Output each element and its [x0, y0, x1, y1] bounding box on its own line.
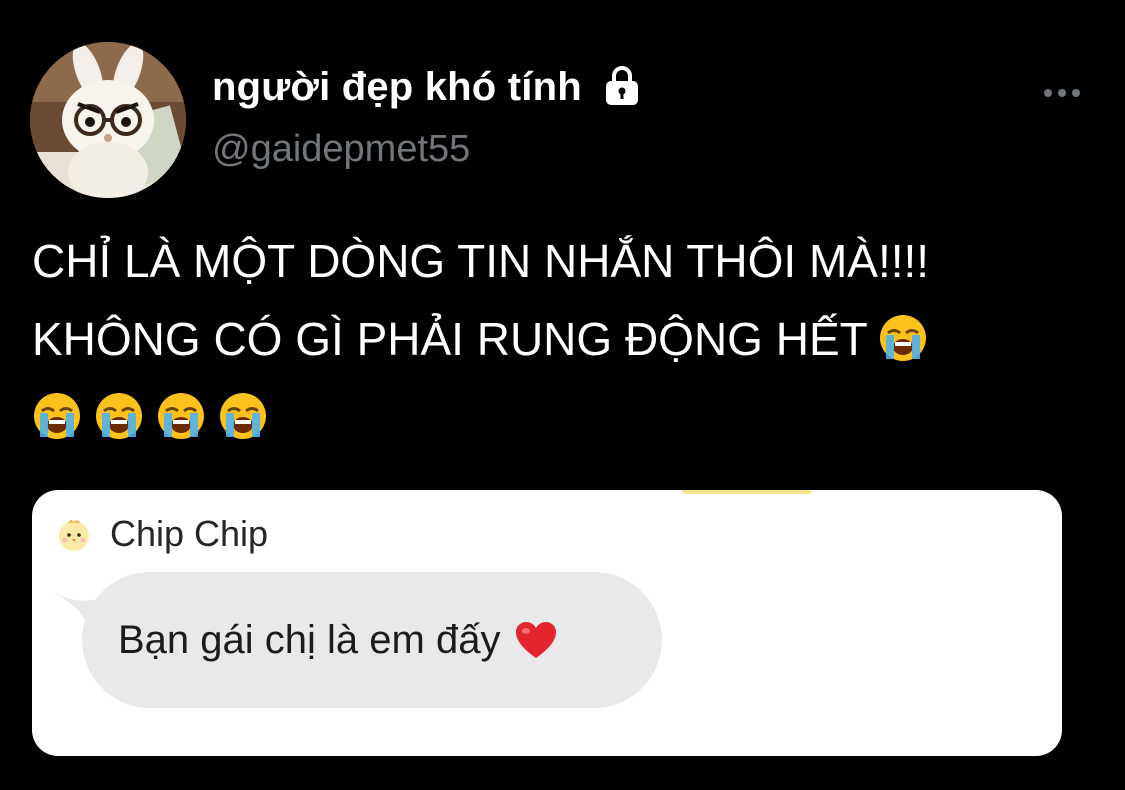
- crying-face-icon: [878, 313, 928, 363]
- chat-message: Bạn gái chị là em đấy: [50, 570, 670, 710]
- message-text: Bạn gái chị là em đấy: [118, 617, 501, 662]
- author-display-name[interactable]: người đẹp khó tính: [212, 65, 582, 110]
- author-avatar[interactable]: [30, 42, 186, 198]
- crying-face-icon: [218, 391, 268, 441]
- author-name-row: người đẹp khó tính: [212, 62, 642, 112]
- crying-face-icon: [156, 391, 206, 441]
- lock-icon: [602, 65, 642, 109]
- tweet-text: CHỈ LÀ MỘT DÒNG TIN NHẮN THÔI MÀ!!!! KHÔ…: [32, 222, 1117, 456]
- tweet-line-2-text: KHÔNG CÓ GÌ PHẢI RUNG ĐỘNG HẾT: [32, 313, 868, 365]
- chick-avatar-icon: [54, 514, 94, 554]
- tweet-line-2: KHÔNG CÓ GÌ PHẢI RUNG ĐỘNG HẾT: [32, 300, 1117, 378]
- chat-sender-row: Chip Chip: [54, 512, 268, 556]
- message-bubble: Bạn gái chị là em đấy: [82, 572, 662, 708]
- red-heart-icon: [514, 620, 558, 660]
- tweet-line-3: [32, 378, 1117, 456]
- media-top-strip: [682, 490, 812, 494]
- crying-face-icon: [32, 391, 82, 441]
- more-horizontal-icon[interactable]: [1040, 82, 1084, 104]
- chat-sender-name: Chip Chip: [110, 513, 269, 554]
- crying-face-icon: [94, 391, 144, 441]
- tweet: người đẹp khó tính @gaidepmet55 CHỈ LÀ M…: [0, 0, 1125, 790]
- tweet-media-image[interactable]: Chip Chip Bạn gái chị là em đấy: [32, 490, 1062, 756]
- bunny-avatar-icon: [30, 42, 186, 198]
- tweet-line-1: CHỈ LÀ MỘT DÒNG TIN NHẮN THÔI MÀ!!!!: [32, 235, 930, 287]
- author-handle[interactable]: @gaidepmet55: [212, 128, 470, 171]
